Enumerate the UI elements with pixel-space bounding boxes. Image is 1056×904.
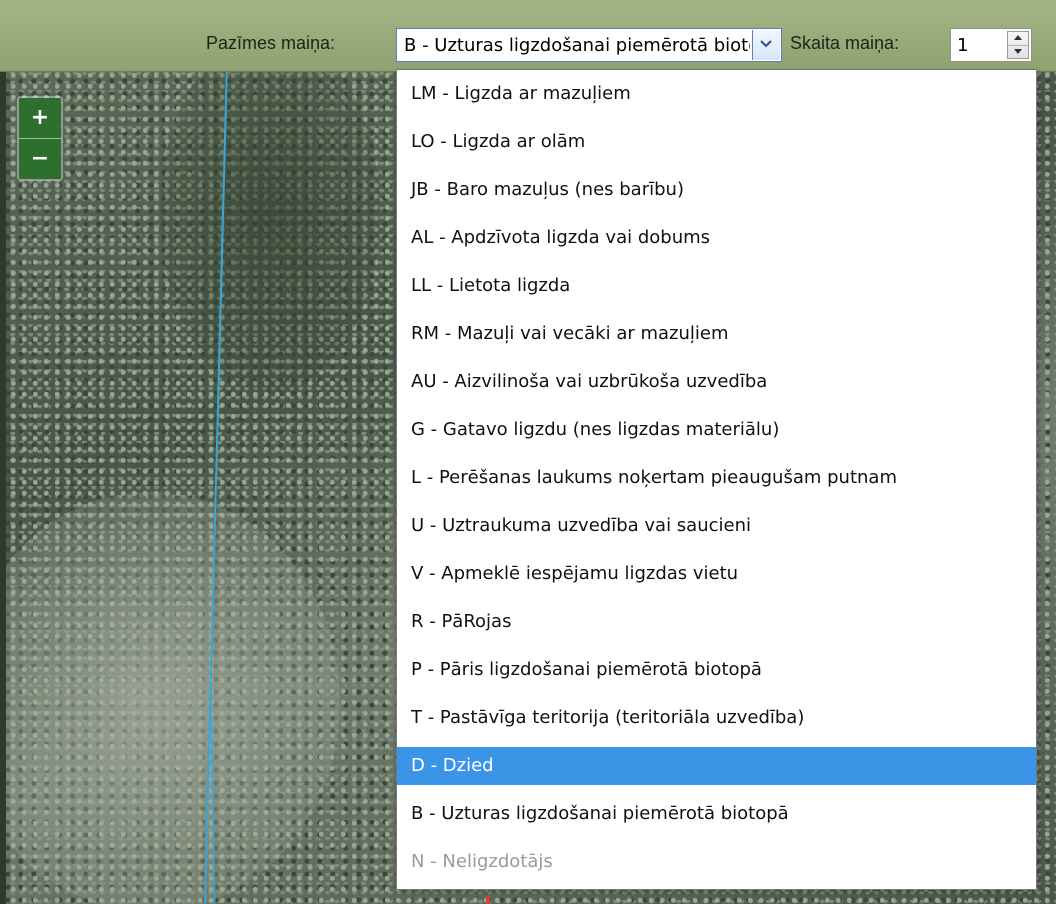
option-g[interactable]: G - Gatavo ligzdu (nes ligzdas materiālu…	[397, 411, 1036, 449]
spinner-down-icon[interactable]	[1008, 45, 1028, 58]
option-v[interactable]: V - Apmeklē iespējamu ligzdas vietu	[397, 555, 1036, 593]
option-au[interactable]: AU - Aizvilinoša vai uzbrūkoša uzvedība	[397, 363, 1036, 401]
option-p[interactable]: P - Pāris ligzdošanai piemērotā biotopā	[397, 651, 1036, 689]
zoom-out-button[interactable]: −	[19, 138, 61, 179]
option-jb[interactable]: JB - Baro mazuļus (nes barību)	[397, 171, 1036, 209]
count-value: 1	[957, 35, 969, 56]
spinner-up-icon[interactable]	[1008, 32, 1028, 46]
option-t[interactable]: T - Pastāvīga teritorija (teritoriāla uz…	[397, 699, 1036, 737]
count-input[interactable]: 1	[950, 28, 1032, 62]
option-lo[interactable]: LO - Ligzda ar olām	[397, 123, 1036, 161]
attribute-options-list: LM - Ligzda ar mazuļiem LO - Ligzda ar o…	[396, 69, 1037, 890]
option-ll[interactable]: LL - Lietota ligzda	[397, 267, 1036, 305]
option-d-highlighted[interactable]: D - Dzied	[397, 747, 1036, 785]
option-n-disabled: N - Neligzdotājs	[411, 851, 553, 872]
zoom-in-button[interactable]: +	[19, 98, 61, 138]
option-b[interactable]: B - Uzturas ligzdošanai piemērotā biotop…	[397, 795, 1036, 833]
toolbar: Pazīmes maiņa: B - Uzturas ligzdošanai p…	[0, 0, 1056, 72]
map-clearing	[0, 492, 340, 904]
map-edge	[0, 72, 6, 904]
option-u[interactable]: U - Uztraukuma uzvedība vai saucieni	[397, 507, 1036, 545]
attribute-select[interactable]: B - Uzturas ligzdošanai piemērotā biotop…	[396, 28, 782, 62]
attribute-change-label: Pazīmes maiņa:	[206, 33, 336, 53]
count-spinner[interactable]	[1007, 31, 1029, 59]
chevron-down-icon	[760, 40, 772, 48]
map-marker	[486, 896, 490, 904]
count-change-label: Skaita maiņa:	[790, 33, 900, 53]
select-dropdown-button[interactable]	[752, 30, 780, 60]
attribute-select-value: B - Uzturas ligzdošanai piemērotā biotop…	[404, 35, 750, 56]
option-al[interactable]: AL - Apdzīvota ligzda vai dobums	[397, 219, 1036, 257]
zoom-control: + −	[17, 96, 63, 181]
map-dense-forest	[160, 72, 380, 392]
option-r[interactable]: R - PāRojas	[397, 603, 1036, 641]
option-lm[interactable]: LM - Ligzda ar mazuļiem	[397, 75, 1036, 113]
option-rm[interactable]: RM - Mazuļi vai vecāki ar mazuļiem	[397, 315, 1036, 353]
option-l[interactable]: L - Perēšanas laukums noķertam pieauguša…	[397, 459, 1036, 497]
